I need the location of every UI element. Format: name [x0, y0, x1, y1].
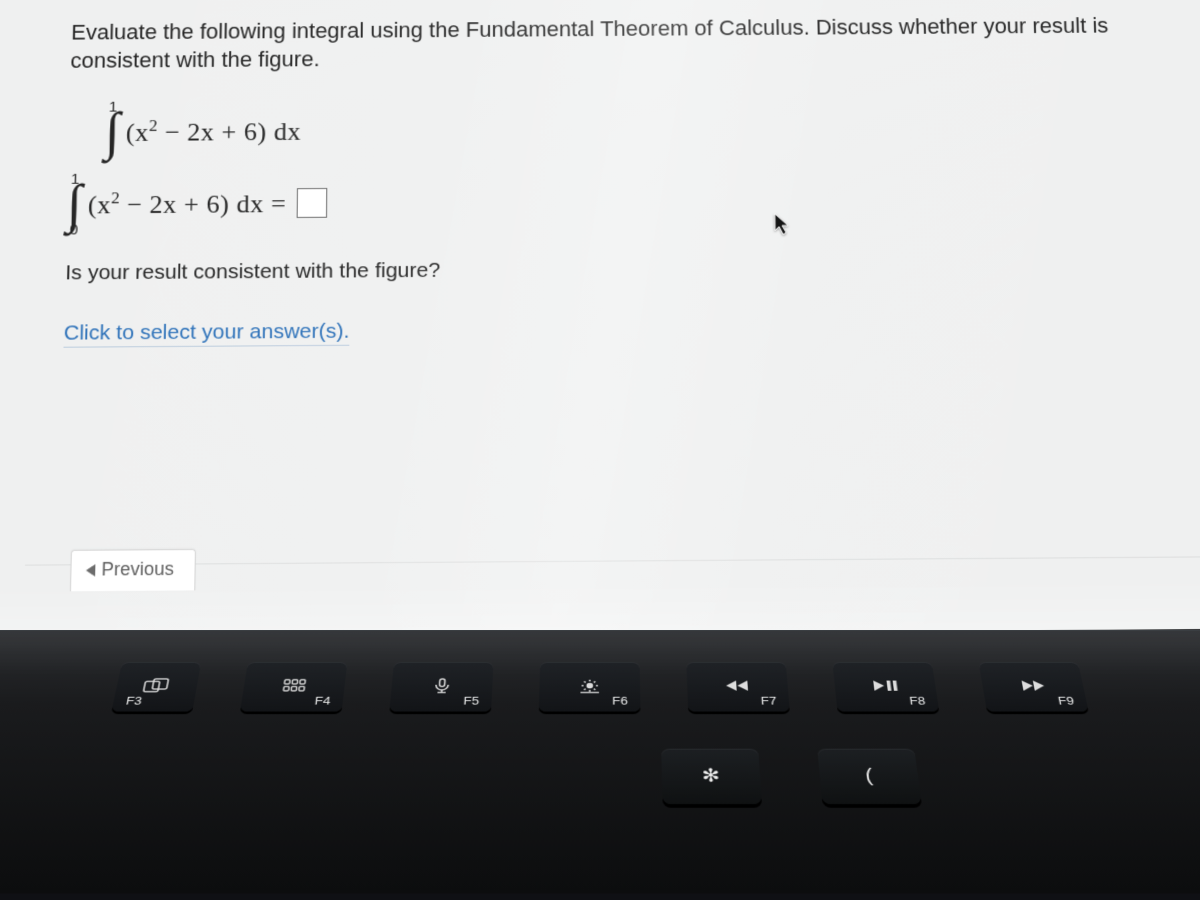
key-glyph: ( [864, 767, 873, 785]
laptop-photo: Evaluate the following integral using th… [0, 0, 1200, 900]
mouse-cursor-icon [774, 213, 793, 237]
key-label: F5 [463, 694, 479, 707]
f3-key[interactable]: F3 [111, 662, 201, 711]
number-key-row: ✻ ( [0, 749, 1200, 804]
grid-icon [282, 676, 307, 695]
mic-icon [431, 676, 453, 695]
question-prompt: Evaluate the following integral using th… [70, 12, 1155, 75]
previous-button-label: Previous [101, 558, 174, 580]
focus-icon [578, 676, 601, 695]
f7-key[interactable]: F7 [686, 662, 790, 711]
function-key-row: F3 F4 [0, 631, 1200, 712]
lower-limit: 0 [69, 222, 78, 237]
f9-key[interactable]: F9 [978, 662, 1088, 711]
f6-key[interactable]: F6 [539, 662, 641, 711]
answer-input[interactable] [296, 188, 327, 218]
key-label: F7 [760, 694, 777, 707]
question-content: Evaluate the following integral using th… [0, 0, 1200, 348]
f8-key[interactable]: F8 [832, 662, 939, 711]
key-label: F3 [125, 694, 143, 707]
fast-forward-icon [1019, 676, 1047, 695]
key-label: F9 [1057, 694, 1075, 707]
select-answer-link[interactable]: Click to select your answer(s). [63, 319, 349, 347]
integral-display: 1 ∫ . (x2 − 2x + 6) dx [104, 93, 1176, 164]
integral-sign-icon: 1 ∫ . [104, 100, 120, 164]
key-label: F4 [314, 694, 331, 707]
key-label: F6 [612, 694, 628, 707]
integral-sign-icon: 1 ∫ 0 [66, 172, 83, 237]
keyboard: F3 F4 [0, 630, 1200, 893]
content-divider [25, 556, 1200, 565]
f5-key[interactable]: F5 [389, 662, 493, 711]
key-glyph: ✻ [702, 767, 721, 785]
integrand-answer: (x2 − 2x + 6) dx = [88, 187, 287, 220]
laptop-screen: Evaluate the following integral using th… [0, 0, 1200, 638]
sub-question: Is your result consistent with the figur… [65, 253, 1181, 285]
key-label: F8 [909, 694, 926, 707]
asterisk-key[interactable]: ✻ [661, 749, 762, 804]
chevron-left-icon [86, 564, 96, 576]
paren-key[interactable]: ( [817, 749, 922, 804]
mission-control-icon [142, 676, 172, 695]
play-pause-icon [872, 676, 899, 695]
rewind-icon [725, 676, 751, 695]
previous-button[interactable]: Previous [70, 549, 196, 591]
integrand: (x2 − 2x + 6) dx [126, 115, 301, 147]
f4-key[interactable]: F4 [240, 662, 347, 711]
integral-answer-line: 1 ∫ 0 (x2 − 2x + 6) dx = [66, 165, 1179, 237]
